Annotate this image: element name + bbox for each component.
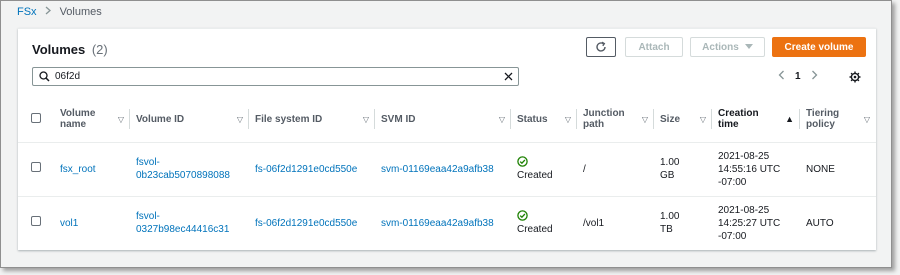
header-volume-id[interactable]: Volume ID ▽ <box>130 97 249 143</box>
header-label: Volume name <box>60 108 96 131</box>
current-page[interactable]: 1 <box>795 71 801 82</box>
search-input[interactable]: 06f2d <box>32 67 519 86</box>
creation-time-cell: 2021-08-25 14:25:27 UTC -07:00 <box>712 196 800 250</box>
header-label: Status <box>517 113 548 125</box>
close-icon[interactable] <box>498 72 518 81</box>
actions-label: Actions <box>702 41 739 53</box>
creation-date: 2021-08-25 <box>718 150 770 162</box>
volume-id-part: fsvol- <box>136 157 160 168</box>
breadcrumb: FSx Volumes <box>17 6 102 18</box>
chevron-right-icon[interactable] <box>811 69 818 83</box>
select-all-cell <box>18 97 54 143</box>
volumes-panel: Volumes (2) Attach Actions Create volume… <box>18 28 876 250</box>
creation-offset: -07:00 <box>718 230 747 242</box>
volume-id-link[interactable]: fsvol- 0327b98ec44416c31 <box>136 211 229 235</box>
svm-id-link[interactable]: svm-01169eaa42a9afb38 <box>381 164 494 175</box>
size-unit: GB <box>660 170 675 181</box>
caret-down-icon: ▽ <box>699 114 706 124</box>
chevron-right-icon <box>45 6 52 18</box>
header-label: Volume ID <box>136 113 185 125</box>
junction-path: /vol1 <box>583 217 605 229</box>
header-status[interactable]: Status ▽ <box>511 97 577 143</box>
gear-icon[interactable] <box>849 70 861 88</box>
refresh-button[interactable] <box>586 37 616 57</box>
volume-id-part: 0b23cab5070898088 <box>136 170 230 181</box>
size-cell: 1.00 GB <box>654 142 712 197</box>
success-icon <box>517 156 528 167</box>
header-label: Tiering policy <box>806 108 840 131</box>
row-select-cell <box>18 196 54 250</box>
tiering-policy: NONE <box>800 142 876 197</box>
search-value: 06f2d <box>55 71 81 82</box>
header-tiering-policy[interactable]: Tiering policy ▽ <box>800 97 876 143</box>
volumes-table: Volume name ▽ Volume ID ▽ File system ID ▽ … <box>18 97 876 250</box>
app-frame: FSx Volumes Volumes (2) Attach Actions C… <box>0 0 892 268</box>
table-row[interactable]: fsx_root fsvol- 0b23cab5070898088 fs-06f2… <box>18 142 876 197</box>
header-label: File system ID <box>255 113 323 125</box>
caret-down-icon: ▽ <box>362 114 369 124</box>
header-junction-path[interactable]: Junction path ▽ <box>577 97 654 143</box>
breadcrumb-current: Volumes <box>59 6 102 18</box>
create-volume-button[interactable]: Create volume <box>772 37 866 57</box>
junction-path: / <box>577 142 654 197</box>
panel-title-text: Volumes <box>32 42 86 57</box>
table-header-row: Volume name ▽ Volume ID ▽ File system ID ▽ … <box>18 97 876 143</box>
header-svm-id[interactable]: SVM ID ▽ <box>375 97 511 143</box>
select-all-checkbox[interactable] <box>31 112 41 123</box>
creation-time: 14:55:16 UTC <box>718 163 781 175</box>
sort-ascending-icon: ▲ <box>785 114 794 125</box>
breadcrumb-fsx-link[interactable]: FSx <box>17 6 37 18</box>
pagination: 1 <box>778 69 818 83</box>
status-text: Created <box>517 224 553 236</box>
header-label: SVM ID <box>381 113 416 125</box>
chevron-left-icon[interactable] <box>778 69 785 83</box>
size-value: 1.00 <box>660 211 680 223</box>
file-system-id-link[interactable]: fs-06f2d1291e0cd550e <box>255 164 357 175</box>
header-size[interactable]: Size ▽ <box>654 97 712 143</box>
row-checkbox[interactable] <box>31 162 41 172</box>
caret-down-icon <box>744 44 753 49</box>
caret-down-icon: ▽ <box>236 114 243 124</box>
tiering-policy: AUTO <box>806 217 834 229</box>
status-cell: Created <box>517 156 571 182</box>
volume-name-link[interactable]: vol1 <box>60 218 78 229</box>
creation-date: 2021-08-25 <box>718 204 770 216</box>
creation-time-cell: 2021-08-25 14:55:16 UTC -07:00 <box>712 142 800 197</box>
row-select-cell <box>18 142 54 197</box>
size-unit: TB <box>660 224 673 236</box>
volume-id-part: 0327b98ec44416c31 <box>136 224 230 236</box>
file-system-id-link[interactable]: fs-06f2d1291e0cd550e <box>255 218 357 229</box>
search-icon <box>33 71 55 82</box>
status-text: Created <box>517 170 553 181</box>
volume-id-link[interactable]: fsvol- 0b23cab5070898088 <box>136 157 230 181</box>
success-icon <box>517 210 528 221</box>
svm-id-link[interactable]: svm-01169eaa42a9afb38 <box>381 218 494 229</box>
caret-down-icon: ▽ <box>117 114 124 124</box>
header-creation-time[interactable]: Creation time ▲ <box>712 97 800 143</box>
size-cell: 1.00 TB <box>654 196 712 250</box>
attach-button[interactable]: Attach <box>625 37 683 57</box>
volume-id-part: fsvol- <box>136 211 160 223</box>
volume-name-link[interactable]: fsx_root <box>60 164 96 175</box>
caret-down-icon: ▽ <box>564 114 571 124</box>
header-label: Creation time <box>718 108 759 131</box>
actions-dropdown[interactable]: Actions <box>690 37 765 57</box>
caret-down-icon: ▽ <box>498 114 505 124</box>
refresh-icon <box>596 41 606 52</box>
header-fs-id[interactable]: File system ID ▽ <box>249 97 375 143</box>
volume-count: (2) <box>91 42 108 57</box>
header-label: Size <box>660 113 681 125</box>
table-row[interactable]: vol1 fsvol- 0327b98ec44416c31 fs-06f2d129… <box>18 196 876 250</box>
caret-down-icon: ▽ <box>641 114 648 124</box>
size-value: 1.00 <box>660 157 680 168</box>
caret-down-icon: ▽ <box>863 114 870 124</box>
creation-time: 14:25:27 UTC <box>718 217 781 229</box>
creation-offset: -07:00 <box>718 176 747 188</box>
header-volume-name[interactable]: Volume name ▽ <box>54 97 130 143</box>
header-label: Junction path <box>583 108 625 131</box>
panel-title: Volumes (2) <box>32 42 108 57</box>
status-cell: Created <box>517 210 571 236</box>
row-checkbox[interactable] <box>31 216 41 227</box>
